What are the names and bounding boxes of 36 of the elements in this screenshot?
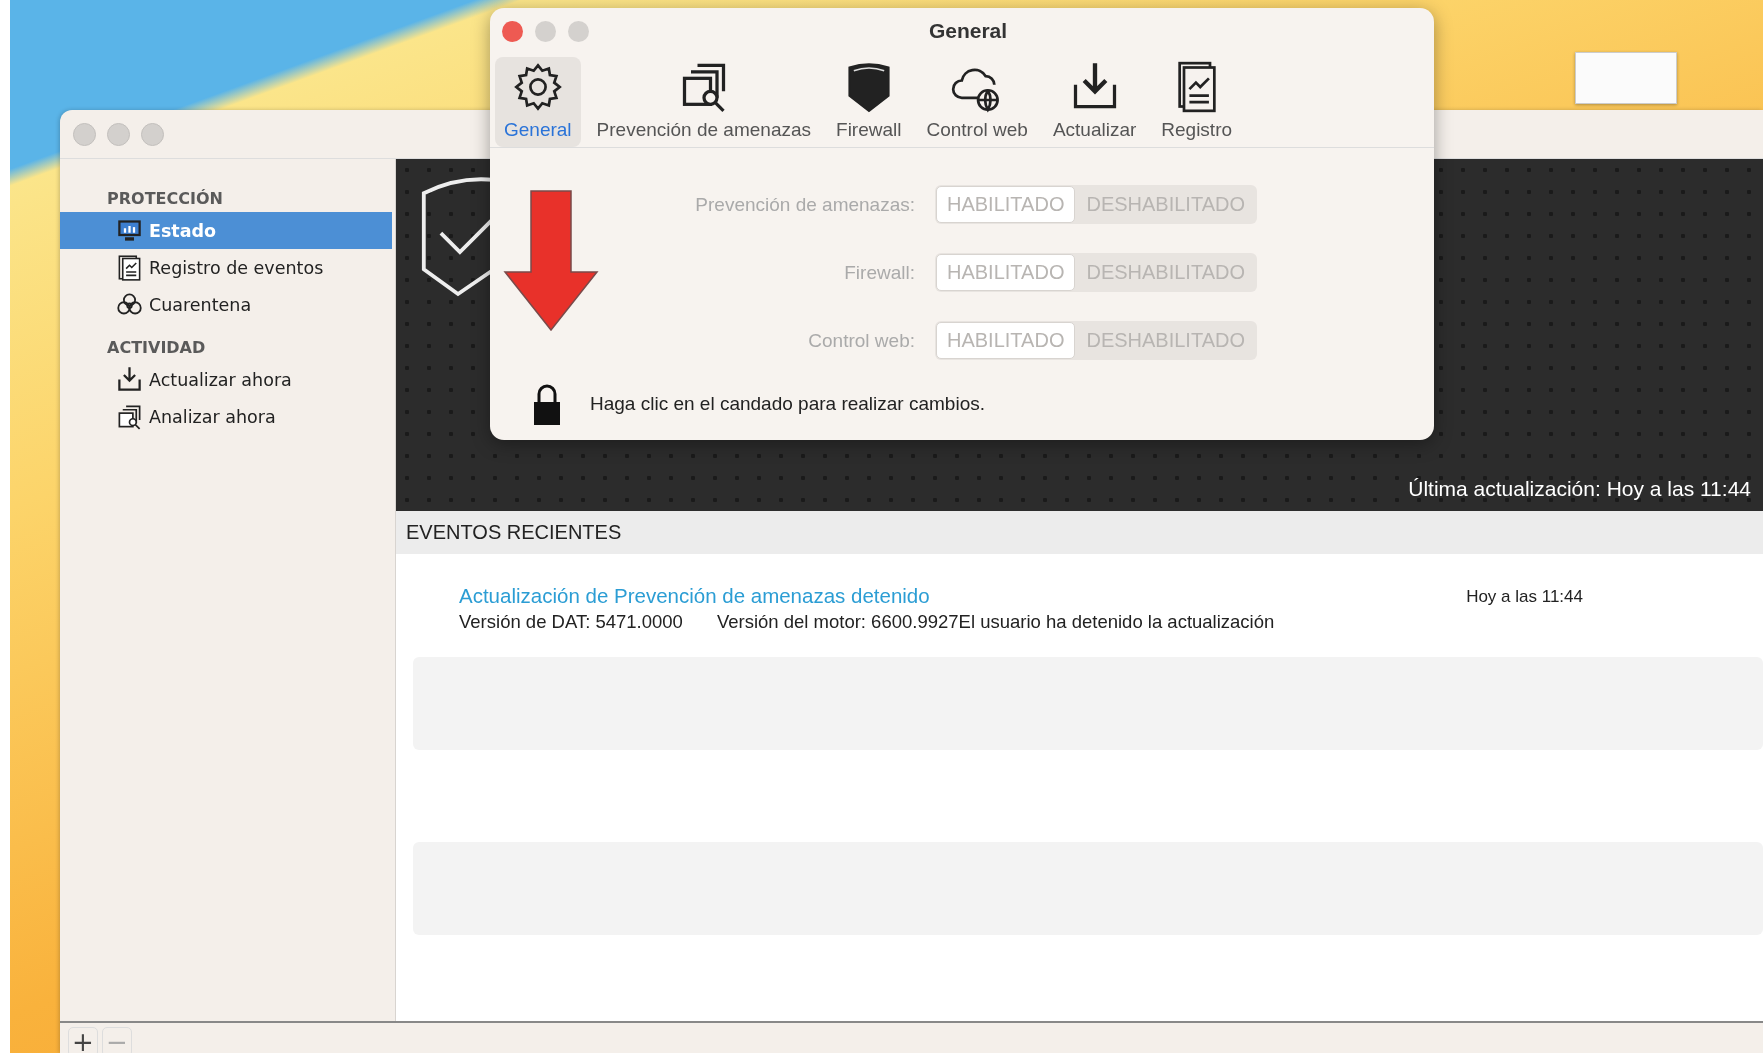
minimize-button[interactable]	[535, 20, 556, 42]
download-icon	[116, 366, 143, 393]
toolbar-tab[interactable]: Firewall	[827, 57, 911, 147]
log-icon	[116, 254, 143, 281]
section-header: EVENTOS RECIENTES	[396, 511, 1763, 554]
window-title: General	[928, 19, 1008, 43]
monitor-icon	[116, 217, 143, 244]
sidebar-item[interactable]: Estado	[60, 212, 392, 249]
zoom-button[interactable]	[141, 122, 164, 146]
sidebar-heading: PROTECCIÓN	[106, 188, 224, 210]
close-button[interactable]	[502, 20, 523, 42]
event-details-text: Versión del motor: 6600.9927El usuario ha detenido la actualización	[716, 611, 1275, 633]
lock-icon[interactable]	[532, 382, 562, 426]
toolbar-tab[interactable]: General	[495, 57, 581, 147]
sidebar-heading: ACTIVIDAD	[106, 337, 207, 359]
setting-label: Prevención de amenazas:	[694, 193, 915, 216]
toolbar-tab[interactable]: Prevención de amenazas	[587, 57, 821, 147]
window-thumbnail[interactable]	[1575, 52, 1677, 104]
event-time: Hoy a las 11:44	[1466, 587, 1583, 608]
sidebar-item[interactable]: Cuarentena	[60, 286, 392, 323]
sidebar-item[interactable]: Actualizar ahora	[60, 361, 392, 398]
last-update-text: Última actualización: Hoy a las 11:44	[1408, 477, 1751, 501]
add-button[interactable]: +	[68, 1027, 98, 1053]
sidebar-item[interactable]: Registro de eventos	[60, 249, 392, 286]
minimize-button[interactable]	[107, 122, 130, 146]
setting-label: Control web:	[807, 329, 915, 352]
toolbar-tab[interactable]: Registro	[1152, 57, 1242, 147]
toolbar-tab[interactable]: Control web	[917, 57, 1037, 147]
lock-hint-text: Haga clic en el candado para realizar cambios.	[590, 393, 985, 415]
close-button[interactable]	[73, 122, 96, 146]
setting-label: Firewall:	[843, 261, 915, 284]
toolbar-tab[interactable]: Actualizar	[1043, 57, 1146, 147]
sidebar-item[interactable]: Analizar ahora	[60, 398, 392, 435]
dat-version-text: Versión de DAT: 5471.0000	[459, 611, 683, 633]
scan-icon	[116, 403, 143, 430]
zoom-button[interactable]	[568, 20, 589, 42]
